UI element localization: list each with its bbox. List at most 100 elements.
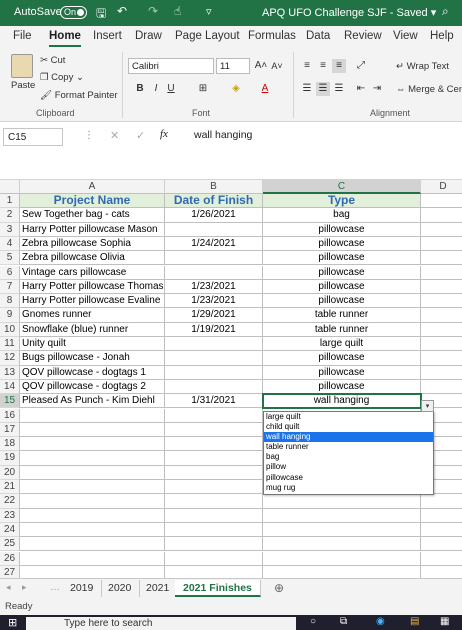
table-cell[interactable]: pillowcase [263,351,421,366]
store-icon[interactable]: ▦ [440,616,449,627]
table-cell[interactable]: Gnomes runner [20,308,165,323]
file-explorer-icon[interactable]: ▤ [410,616,419,627]
validation-dropdown-list[interactable]: large quilt child quilt wall hanging table … [263,411,434,495]
table-cell[interactable] [421,366,462,380]
column-header-b[interactable]: B [165,180,263,194]
decrease-indent-icon[interactable]: ⇤ [354,82,368,96]
borders-icon[interactable]: ⊞ [196,82,210,96]
decrease-font-icon[interactable]: A˅ [270,59,284,73]
table-cell[interactable] [421,494,462,509]
row-header[interactable]: 25 [0,537,20,552]
row-header[interactable]: 10 [0,322,20,337]
tabs-more-icon[interactable]: … [50,582,60,593]
table-cell[interactable] [421,552,462,566]
undo-icon[interactable]: ↶ [117,4,127,18]
tab-insert[interactable]: Insert [93,30,122,42]
dropdown-arrow-button[interactable]: ▾ [421,400,434,412]
active-cell[interactable]: wall hanging [262,393,422,410]
table-cell[interactable]: 1/19/2021 [165,322,263,337]
align-top-icon[interactable]: ≡ [300,59,314,73]
autosave-toggle[interactable]: On [60,6,87,19]
dropdown-option[interactable]: pillow [264,462,433,472]
table-cell[interactable] [20,408,165,423]
sheet-tab-2021-finishes[interactable]: 2021 Finishes [175,580,261,597]
row-header[interactable]: 6 [0,265,20,280]
table-cell[interactable] [421,337,462,352]
font-color-icon[interactable]: A [258,82,272,96]
bold-icon[interactable]: B [133,82,147,96]
align-bottom-icon[interactable]: ≡ [332,59,346,73]
row-header[interactable]: 15 [0,394,20,409]
scroll-tabs-right-icon[interactable]: ▸ [22,582,27,593]
scroll-tabs-left-icon[interactable]: ◂ [6,582,11,593]
taskbar-search-input[interactable]: Type here to search [26,617,296,630]
font-size-select[interactable]: 11 [216,58,250,74]
align-left-icon[interactable]: ☰ [300,82,314,96]
table-cell[interactable] [421,208,462,223]
tab-review[interactable]: Review [344,30,382,42]
dropdown-option[interactable]: mug rug [264,483,433,493]
row-header[interactable]: 26 [0,551,20,566]
table-cell[interactable] [165,451,263,466]
table-cell[interactable]: table runner [263,308,421,323]
table-cell[interactable]: pillowcase [263,279,421,295]
table-cell[interactable] [165,265,263,280]
table-cell[interactable] [20,494,165,509]
table-cell[interactable]: pillowcase [263,379,421,395]
table-cell[interactable]: Zebra pillowcase Olivia [20,251,165,266]
tab-page-layout[interactable]: Page Layout [175,30,240,42]
row-header[interactable]: 2 [0,208,20,223]
save-icon[interactable]: 🖫 [96,4,106,25]
row-header[interactable]: 21 [0,480,20,495]
table-cell[interactable]: Harry Potter pillowcase Thomas [20,279,165,295]
table-cell[interactable] [20,551,165,566]
table-cell[interactable] [263,522,421,538]
table-cell[interactable] [165,351,263,366]
table-cell[interactable] [263,551,421,566]
edge-icon[interactable]: ◉ [376,616,385,627]
table-cell[interactable] [20,537,165,552]
table-cell[interactable] [263,565,421,578]
table-cell[interactable] [165,522,263,538]
cut-button[interactable]: ✂ Cut [40,55,65,66]
search-icon[interactable]: ⌕ [442,4,449,19]
tab-view[interactable]: View [393,30,418,42]
table-cell[interactable]: Pleased As Punch - Kim Diehl [20,394,165,409]
table-cell[interactable] [165,251,263,266]
table-cell[interactable] [421,537,462,552]
increase-indent-icon[interactable]: ⇥ [370,82,384,96]
table-cell[interactable] [421,308,462,323]
cortana-icon[interactable]: ○ [310,616,316,627]
header-cell-type[interactable]: Type [263,194,421,209]
table-cell[interactable] [165,465,263,480]
table-cell[interactable]: bag [263,208,421,223]
name-box[interactable]: C15 [3,128,63,146]
table-cell[interactable]: 1/23/2021 [165,279,263,295]
document-title[interactable]: APQ UFO Challenge SJF - Saved ▾ [262,6,436,19]
table-cell[interactable] [263,537,421,552]
table-cell[interactable] [421,280,462,295]
table-cell[interactable] [421,266,462,280]
header-cell-project-name[interactable]: Project Name [20,194,165,209]
wrap-text-button[interactable]: ↵ Wrap Text [396,61,449,72]
touch-mode-icon[interactable]: ☝ [174,4,181,18]
sheet-tab-2019[interactable]: 2019 [62,580,103,597]
orientation-icon[interactable]: ⤢ [354,59,368,73]
table-cell[interactable]: Harry Potter pillowcase Evaline [20,294,165,309]
table-cell[interactable]: pillowcase [263,251,421,266]
table-cell[interactable]: Unity quilt [20,337,165,352]
fill-color-icon[interactable]: ◈ [229,82,243,96]
enter-icon[interactable]: ✓ [136,129,145,142]
table-cell[interactable]: 1/24/2021 [165,236,263,252]
row-header[interactable]: 17 [0,422,20,438]
font-name-select[interactable]: Calibri [128,58,214,74]
table-cell[interactable]: table runner [263,322,421,337]
table-cell[interactable] [421,223,462,237]
insert-function-icon[interactable]: fx [160,128,168,140]
table-cell[interactable]: 1/31/2021 [165,394,263,409]
worksheet-grid[interactable]: A B C D 1 Project Name Date of Finish Type 2… [0,180,462,578]
table-cell[interactable] [20,480,165,495]
table-cell[interactable]: 1/23/2021 [165,294,263,309]
table-cell[interactable] [421,509,462,523]
table-cell[interactable]: QOV pillowcase - dogtags 2 [20,379,165,395]
